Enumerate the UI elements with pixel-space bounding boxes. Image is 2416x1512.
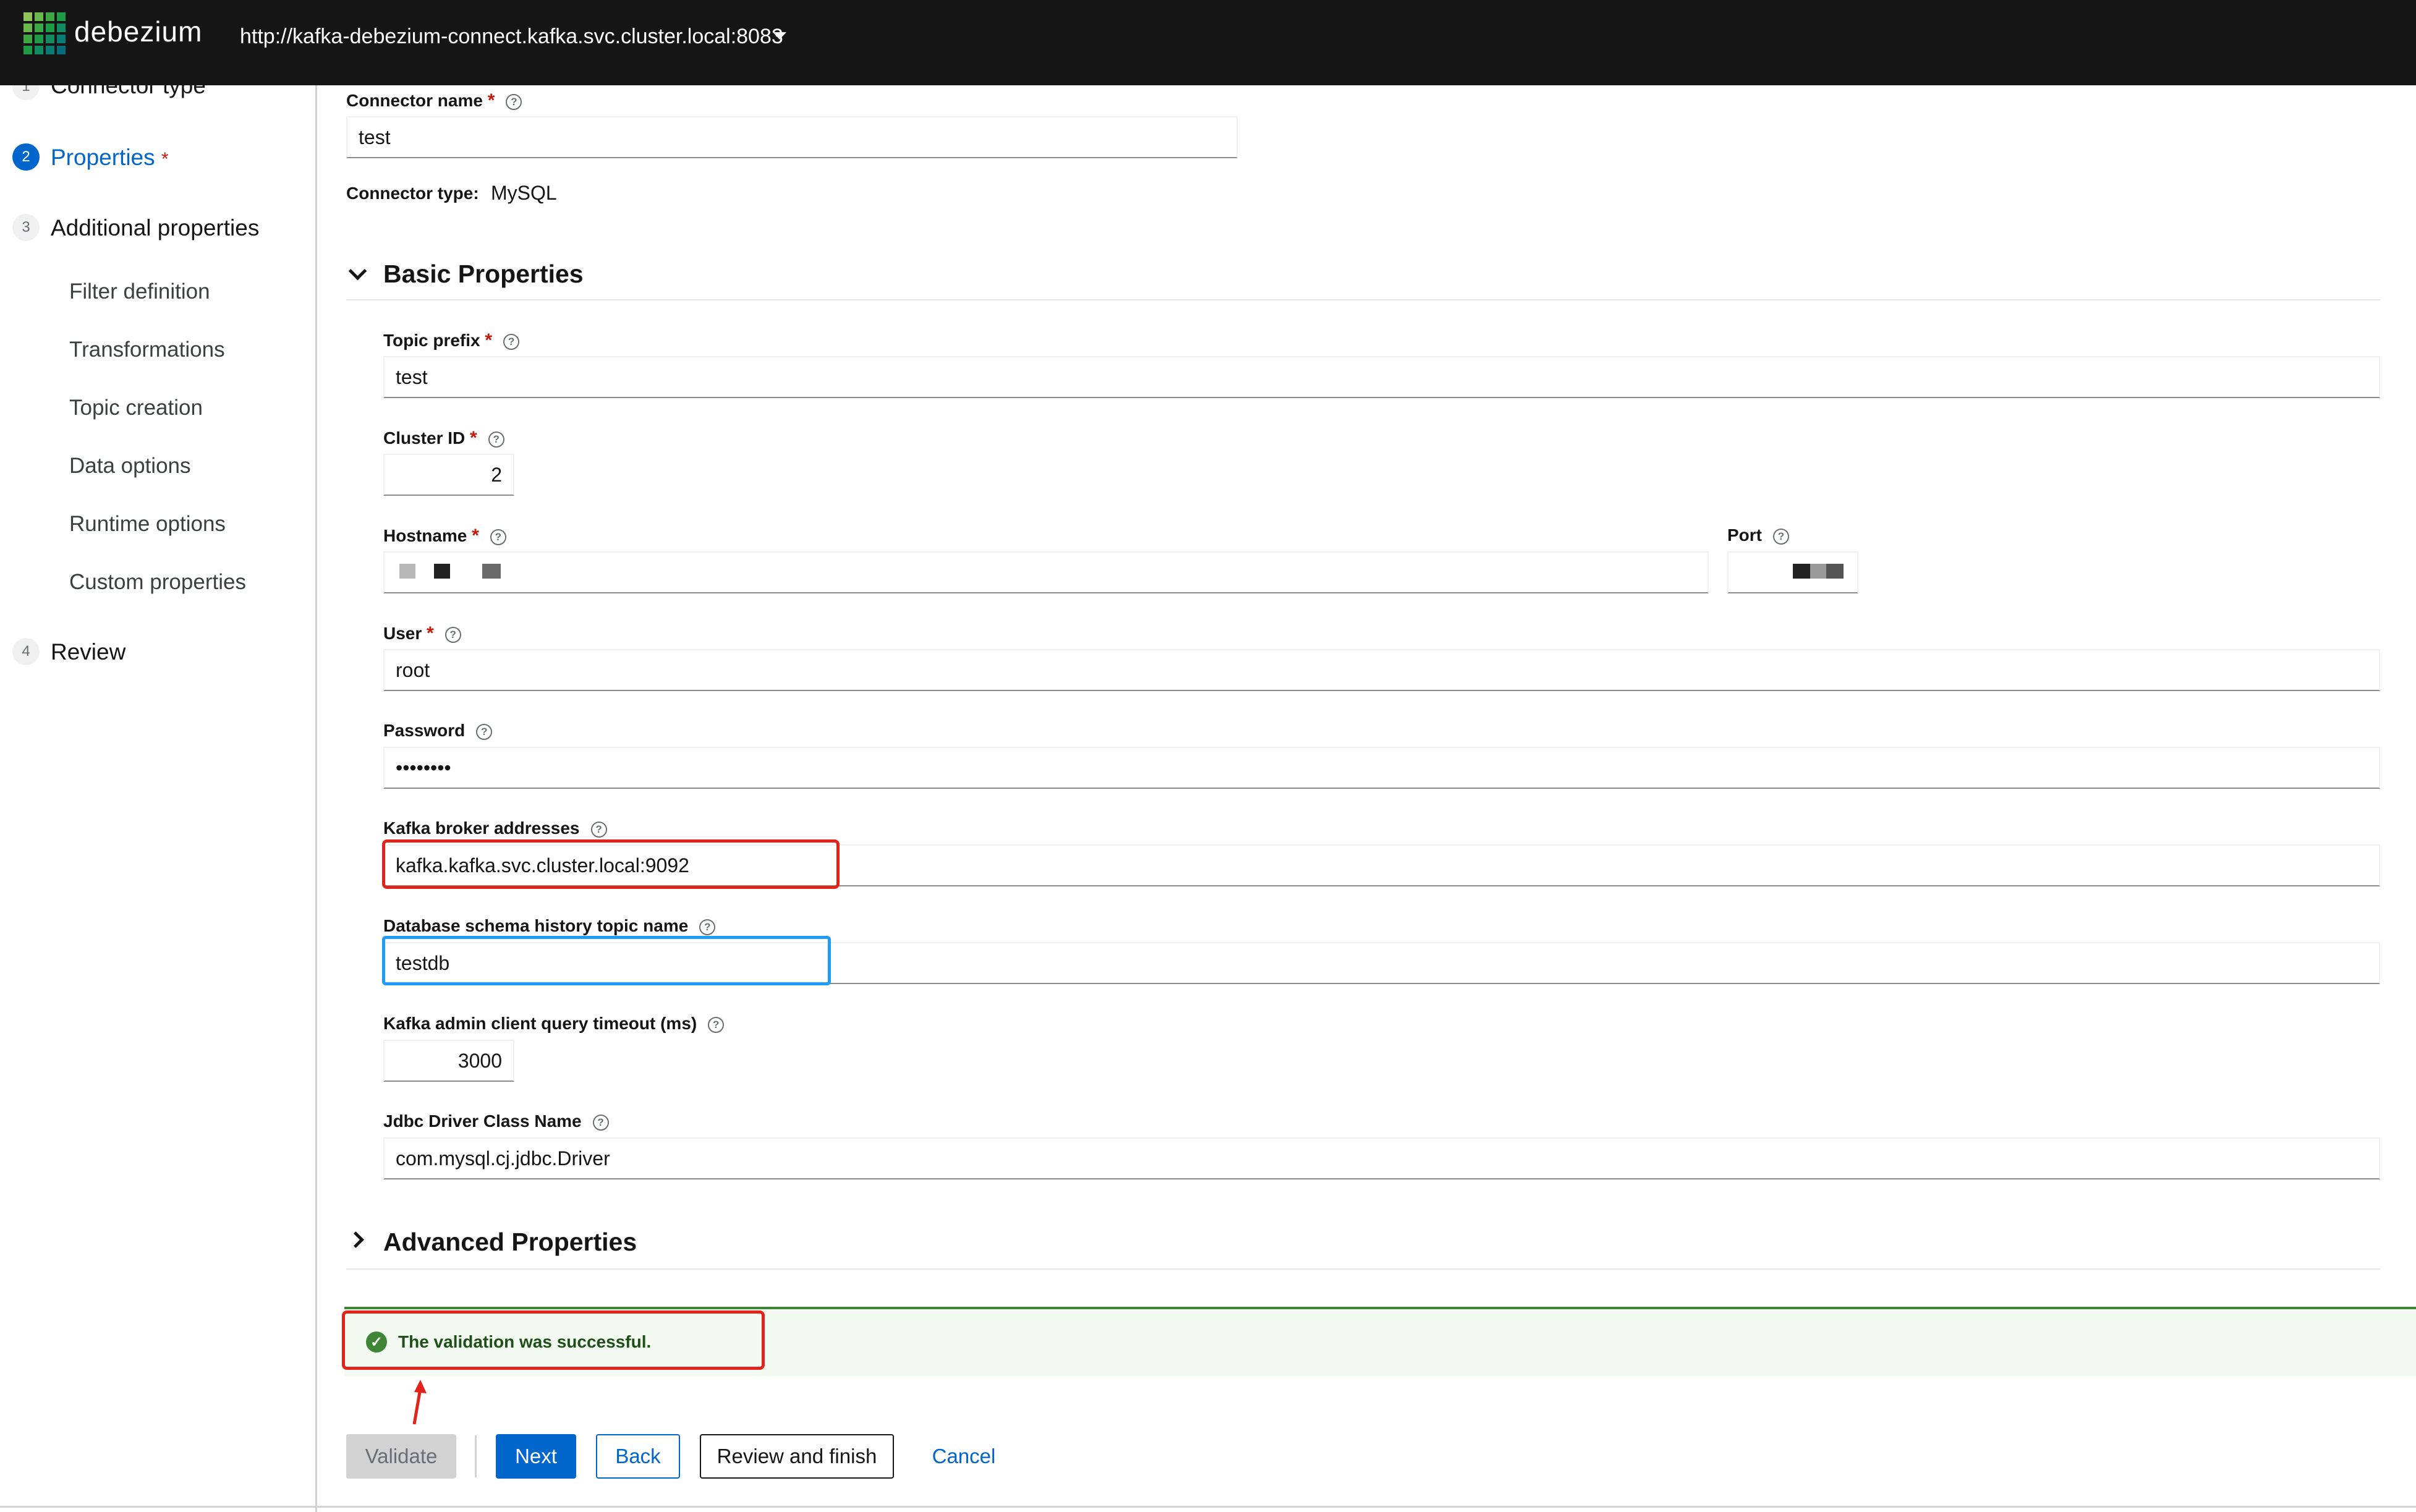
nav-sub-runtime-options[interactable]: Runtime options [69, 512, 226, 537]
nav-sub-transformations[interactable]: Transformations [69, 338, 225, 362]
required-marker: * [427, 623, 434, 643]
user-input[interactable]: root [383, 649, 2380, 691]
port-label: Port? [1727, 525, 1789, 545]
help-icon[interactable]: ? [592, 1114, 609, 1131]
brand-name: debezium [74, 15, 203, 48]
redacted-block [1810, 564, 1826, 579]
redacted-block [1793, 564, 1810, 579]
back-button[interactable]: Back [596, 1434, 680, 1479]
connector-name-label-text: Connector name [346, 91, 483, 110]
redacted-block [399, 564, 415, 579]
annotation-arrow-icon [412, 1380, 427, 1425]
help-icon[interactable]: ? [476, 723, 493, 740]
topic-prefix-input[interactable]: test [383, 356, 2380, 398]
connector-type-label: Connector type: [346, 184, 479, 203]
nav-step-properties[interactable]: Properties * [51, 145, 169, 171]
nav-step-additional-properties[interactable]: Additional properties [51, 215, 259, 241]
step-number-4: 4 [12, 638, 40, 665]
advanced-properties-toggle[interactable]: Advanced Properties [383, 1228, 637, 1257]
next-button[interactable]: Next [496, 1434, 576, 1479]
help-icon[interactable]: ? [1773, 528, 1789, 545]
step-number-2: 2 [12, 143, 40, 171]
section-divider [346, 1268, 2380, 1270]
help-icon[interactable]: ? [488, 431, 504, 448]
help-icon[interactable]: ? [506, 93, 522, 110]
step-number-1: 1 [12, 73, 40, 100]
admin-timeout-label-text: Kafka admin client query timeout (ms) [383, 1014, 697, 1033]
help-icon[interactable]: ? [699, 919, 716, 935]
chevron-right-icon[interactable] [347, 1231, 364, 1248]
schema-history-label-text: Database schema history topic name [383, 916, 689, 935]
redacted-block [434, 564, 450, 579]
redacted-block [1826, 564, 1844, 579]
connector-name-input[interactable]: test [346, 116, 1238, 158]
password-label-text: Password [383, 721, 466, 740]
debezium-mark-icon [23, 12, 66, 54]
topic-prefix-label-text: Topic prefix [383, 331, 480, 350]
nav-step-connector-type[interactable]: Connector type [51, 73, 206, 99]
help-icon[interactable]: ? [444, 626, 461, 643]
admin-timeout-label: Kafka admin client query timeout (ms)? [383, 1014, 725, 1034]
review-and-finish-button[interactable]: Review and finish [700, 1434, 894, 1479]
logo-layer [23, 12, 66, 57]
annotation-highlight-red [382, 839, 840, 889]
password-input[interactable]: •••••••• [383, 747, 2380, 789]
connector-name-label: Connector name *? [346, 90, 522, 111]
cluster-id-label: Cluster ID *? [383, 428, 504, 449]
nav-step-review[interactable]: Review [51, 639, 125, 665]
redacted-block [482, 564, 501, 579]
required-marker: * [470, 428, 477, 448]
help-icon[interactable]: ? [490, 529, 506, 545]
nav-sub-custom-properties[interactable]: Custom properties [69, 570, 246, 595]
schema-history-label: Database schema history topic name? [383, 916, 716, 936]
topic-prefix-label: Topic prefix *? [383, 330, 520, 351]
page-bottom-border [0, 1506, 2416, 1508]
help-icon[interactable]: ? [708, 1016, 725, 1033]
annotation-highlight-blue [382, 936, 831, 985]
jdbc-driver-label: Jdbc Driver Class Name? [383, 1111, 609, 1131]
jdbc-driver-input[interactable]: com.mysql.cj.jdbc.Driver [383, 1137, 2380, 1179]
validate-button[interactable]: Validate [346, 1434, 456, 1479]
cancel-button[interactable]: Cancel [924, 1434, 1004, 1479]
admin-timeout-input[interactable]: 3000 [383, 1040, 514, 1082]
jdbc-driver-label-text: Jdbc Driver Class Name [383, 1111, 582, 1131]
user-label: User *? [383, 623, 461, 644]
hostname-input[interactable] [383, 551, 1709, 593]
nav-step-properties-label: Properties [51, 145, 155, 170]
password-label: Password? [383, 721, 493, 741]
help-icon[interactable]: ? [590, 821, 607, 838]
cluster-id-input[interactable]: 2 [383, 454, 514, 496]
required-marker: * [161, 149, 169, 169]
hostname-label: Hostname *? [383, 525, 506, 546]
chevron-down-icon[interactable] [348, 261, 367, 281]
nav-sub-topic-creation[interactable]: Topic creation [69, 396, 203, 420]
nav-sub-data-options[interactable]: Data options [69, 454, 191, 478]
help-icon[interactable]: ? [503, 333, 520, 350]
section-divider [346, 299, 2380, 300]
step-number-3: 3 [12, 214, 40, 241]
cluster-url[interactable]: http://kafka-debezium-connect.kafka.svc.… [240, 25, 783, 49]
hostname-label-text: Hostname [383, 526, 467, 545]
user-label-text: User [383, 624, 422, 643]
port-label-text: Port [1727, 525, 1762, 545]
cluster-dropdown-icon[interactable] [773, 32, 786, 40]
required-marker: * [487, 90, 495, 111]
cluster-id-label-text: Cluster ID [383, 428, 466, 448]
basic-properties-toggle[interactable]: Basic Properties [383, 260, 584, 289]
nav-sub-filter-definition[interactable]: Filter definition [69, 279, 210, 304]
kafka-broker-label-text: Kafka broker addresses [383, 818, 580, 838]
button-divider [475, 1435, 477, 1477]
required-marker: * [485, 330, 493, 350]
kafka-broker-label: Kafka broker addresses? [383, 818, 607, 838]
required-marker: * [472, 525, 479, 546]
connector-type-value: MySQL [491, 182, 557, 204]
annotation-highlight-red [342, 1310, 765, 1370]
